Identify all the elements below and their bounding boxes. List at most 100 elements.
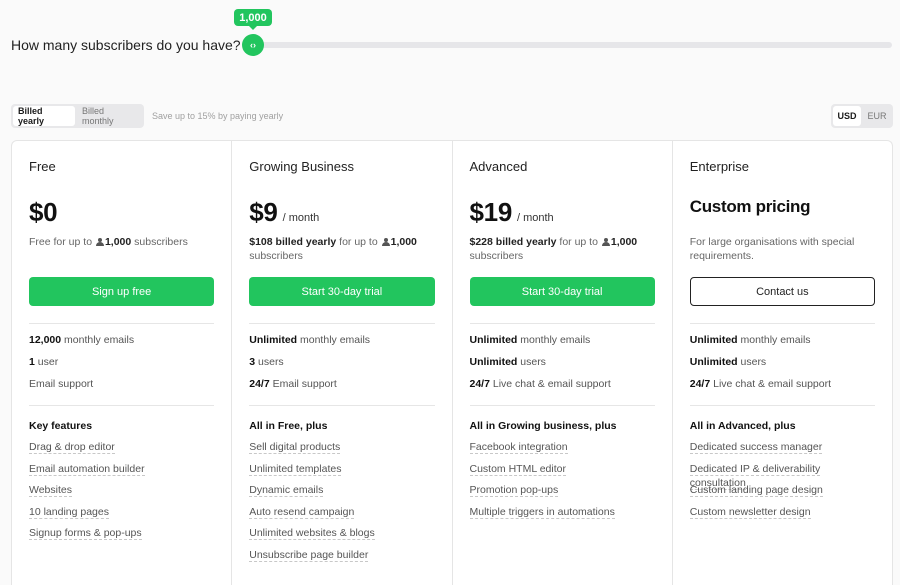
- divider: [29, 405, 215, 406]
- price-period: / month: [282, 212, 320, 224]
- plan-price: $0: [29, 197, 58, 227]
- feature-item[interactable]: Unsubscribe page builder: [249, 548, 434, 570]
- summary-line: 24/7 Live chat & email support: [689, 378, 831, 390]
- price-row: $0: [29, 197, 214, 231]
- subscriber-slider-track[interactable]: [252, 42, 892, 48]
- plan-summary: 12,000 monthly emails 1 user Email suppo…: [29, 324, 214, 405]
- feature-item[interactable]: Custom newsletter design: [689, 505, 875, 527]
- billed-monthly-option[interactable]: Billed monthly: [77, 106, 142, 126]
- plan-name: Growing Business: [249, 159, 355, 174]
- feature-list: Facebook integration Custom HTML editor …: [469, 440, 655, 527]
- currency-usd-option[interactable]: USD: [833, 106, 861, 126]
- start-trial-button[interactable]: Start 30-day trial: [249, 277, 435, 306]
- summary-line: 12,000 monthly emails: [29, 334, 135, 346]
- price-row: $19 / month: [470, 197, 655, 231]
- plan-advanced: Advanced $19 / month $228 billed yearly …: [453, 141, 673, 585]
- price-description: $228 billed yearly for up to 1,000 subsc…: [470, 235, 655, 277]
- currency-toggle: USD EUR: [831, 104, 893, 128]
- contact-us-button[interactable]: Contact us: [689, 277, 875, 306]
- feature-item[interactable]: 10 landing pages: [29, 505, 214, 527]
- feature-item[interactable]: Custom HTML editor: [469, 462, 655, 484]
- plan-name: Advanced: [469, 159, 528, 174]
- desc-count: 1,000: [390, 236, 417, 248]
- subscriber-question: How many subscribers do you have?: [11, 37, 241, 53]
- plan-summary: Unlimited monthly emails 3 users 24/7 Em…: [249, 324, 434, 405]
- billing-period-toggle: Billed yearly Billed monthly: [11, 104, 144, 128]
- plan-free: Free $0 Free for up to 1,000 subscribers…: [12, 141, 233, 585]
- price-description: $108 billed yearly for up to 1,000 subsc…: [249, 235, 434, 277]
- divider: [689, 405, 875, 406]
- price-row: Custom pricing: [690, 197, 875, 231]
- desc-count: 1,000: [104, 236, 132, 248]
- plan-price: Custom pricing: [689, 197, 811, 216]
- billed-yearly-option[interactable]: Billed yearly: [13, 106, 76, 126]
- plan-name: Free: [29, 159, 56, 174]
- plan-summary: Unlimited monthly emails Unlimited users…: [690, 324, 875, 405]
- summary-line: 3 users: [249, 356, 284, 368]
- plan-price: $9: [249, 197, 278, 227]
- feature-item[interactable]: Email automation builder: [29, 462, 214, 484]
- summary-line: 1 user: [29, 356, 59, 368]
- price-row: $9 / month: [249, 197, 434, 231]
- summary-line: Email support: [29, 378, 94, 390]
- summary-line: Unlimited monthly emails: [249, 334, 371, 346]
- feature-item[interactable]: Dynamic emails: [249, 483, 434, 505]
- sign-up-free-button[interactable]: Sign up free: [29, 277, 215, 306]
- desc-text: for up to: [339, 236, 378, 248]
- user-icon: [601, 238, 610, 246]
- slider-handle[interactable]: ‹›: [242, 34, 264, 56]
- divider: [469, 405, 655, 406]
- summary-line: Unlimited monthly emails: [689, 334, 811, 346]
- save-note: Save up to 15% by paying yearly: [152, 111, 284, 121]
- start-trial-button[interactable]: Start 30-day trial: [469, 277, 655, 306]
- slider-value-bubble: 1,000: [234, 9, 272, 30]
- features-title: Key features: [29, 420, 93, 432]
- desc-billed: $228 billed yearly: [469, 236, 557, 248]
- feature-item[interactable]: Facebook integration: [469, 440, 655, 462]
- feature-list: Sell digital products Unlimited template…: [249, 440, 434, 570]
- features-title: All in Free, plus: [249, 420, 328, 432]
- desc-tail: subscribers: [249, 250, 303, 262]
- plan-name: Enterprise: [689, 159, 749, 174]
- summary-line: Unlimited users: [689, 356, 767, 368]
- user-icon: [95, 238, 104, 246]
- features-title: All in Growing business, plus: [469, 420, 617, 432]
- plan-summary: Unlimited monthly emails Unlimited users…: [470, 324, 655, 405]
- feature-item[interactable]: Dedicated success manager: [689, 440, 875, 462]
- feature-item[interactable]: Multiple triggers in automations: [469, 505, 655, 527]
- feature-list: Drag & drop editor Email automation buil…: [29, 440, 214, 548]
- divider: [249, 405, 435, 406]
- feature-item[interactable]: Promotion pop-ups: [469, 483, 655, 505]
- price-description: For large organisations with special req…: [689, 236, 855, 262]
- plan-enterprise: Enterprise Custom pricing For large orga…: [673, 141, 892, 585]
- desc-tail: subscribers: [469, 250, 524, 262]
- feature-item[interactable]: Unlimited websites & blogs: [249, 526, 434, 548]
- desc-billed: $108 billed yearly: [249, 236, 337, 248]
- feature-item[interactable]: Custom landing page design: [689, 483, 875, 505]
- feature-list: Dedicated success manager Dedicated IP &…: [689, 440, 875, 527]
- feature-item[interactable]: Auto resend campaign: [249, 505, 434, 527]
- pricing-plans: Free $0 Free for up to 1,000 subscribers…: [11, 140, 893, 585]
- feature-item[interactable]: Sell digital products: [249, 440, 434, 462]
- user-icon: [381, 238, 390, 246]
- currency-eur-option[interactable]: EUR: [863, 106, 891, 126]
- desc-count: 1,000: [610, 236, 638, 248]
- summary-line: Unlimited users: [469, 356, 546, 368]
- feature-item[interactable]: Unlimited templates: [249, 462, 434, 484]
- price-description: Free for up to 1,000 subscribers: [29, 235, 214, 277]
- plan-price: $19: [469, 197, 513, 227]
- summary-line: Unlimited monthly emails: [469, 334, 591, 346]
- slider-arrows-icon: ‹›: [250, 40, 256, 50]
- features-title: All in Advanced, plus: [689, 420, 796, 432]
- price-period: / month: [516, 212, 554, 224]
- plan-growing-business: Growing Business $9 / month $108 billed …: [232, 141, 453, 585]
- desc-text: for up to: [559, 236, 598, 248]
- feature-item[interactable]: Drag & drop editor: [29, 440, 214, 462]
- desc-tail: subscribers: [134, 236, 188, 248]
- summary-line: 24/7 Live chat & email support: [469, 378, 611, 390]
- summary-line: 24/7 Email support: [249, 378, 337, 390]
- desc-text: Free for up to: [29, 236, 93, 248]
- feature-item[interactable]: Websites: [29, 483, 214, 505]
- feature-item[interactable]: Dedicated IP & deliverability consultati…: [689, 462, 875, 490]
- feature-item[interactable]: Signup forms & pop-ups: [29, 526, 214, 548]
